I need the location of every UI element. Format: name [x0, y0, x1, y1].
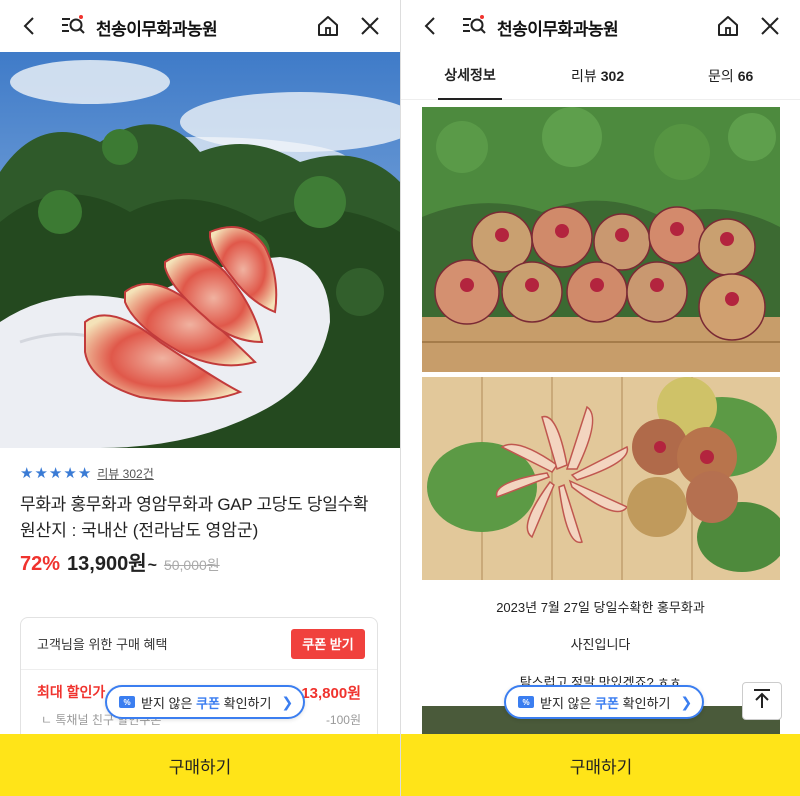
back-icon[interactable]: [419, 14, 443, 38]
benefit-header: 고객님을 위한 구매 혜택 쿠폰 받기: [21, 618, 377, 670]
store-link[interactable]: 천송이무화과농원: [60, 13, 218, 42]
discount-detail-value: -100원: [325, 713, 361, 727]
home-icon[interactable]: [316, 14, 340, 38]
star-icon: ★: [34, 464, 48, 482]
product-screen: 천송이무화과농원 ★ ★ ★ ★ ★ 리뷰 302건 무화과 홍무화과 영암무화…: [0, 0, 400, 796]
product-hero-image[interactable]: [0, 52, 400, 448]
store-search-icon: [60, 13, 86, 42]
tab-inquiries-count: 66: [737, 68, 754, 84]
unclaimed-coupon-pill[interactable]: % 받지 않은 쿠폰 확인하기 ❯: [504, 685, 705, 719]
detail-photo-sliced-figs: [422, 377, 780, 580]
max-discount-value: 13,800원: [301, 685, 361, 702]
star-icon: ★: [48, 464, 63, 482]
store-search-icon: [461, 13, 487, 42]
original-price: 50,000원: [163, 557, 220, 573]
benefit-title: 고객님을 위한 구매 혜택: [37, 637, 168, 652]
close-icon[interactable]: [758, 14, 782, 38]
detail-photo-whole-figs: [422, 107, 780, 372]
unclaimed-coupon-pill[interactable]: % 받지 않은 쿠폰 확인하기 ❯: [105, 685, 306, 719]
coupon-pill-prefix: 받지 않은: [540, 695, 592, 711]
product-title: 무화과 홍무화과 영암무화과 GAP 고당도 당일수확: [20, 495, 369, 514]
coupon-pill-highlight: 쿠폰: [595, 695, 619, 711]
buy-button[interactable]: 구매하기: [0, 734, 400, 796]
tab-inquiries[interactable]: 문의 66: [708, 52, 753, 100]
review-count-link[interactable]: 리뷰 302건: [97, 465, 153, 482]
buy-button[interactable]: 구매하기: [401, 734, 800, 796]
tab-inquiries-label: 문의: [708, 68, 734, 84]
detail-caption-photo: 사진입니다: [570, 637, 631, 652]
get-coupon-button[interactable]: 쿠폰 받기: [291, 628, 365, 659]
rating-row: ★ ★ ★ ★ ★ 리뷰 302건: [20, 462, 380, 484]
home-icon[interactable]: [716, 14, 740, 38]
back-icon[interactable]: [18, 14, 42, 38]
coupon-pill-text: 받지 않은 쿠폰 확인하기: [141, 693, 271, 712]
arrow-up-icon: [752, 688, 772, 715]
coupon-percent-icon: %: [119, 696, 135, 708]
price-row: 72% 13,900원 ~ 50,000원: [20, 547, 380, 576]
store-name: 천송이무화과농원: [497, 19, 619, 39]
coupon-pill-text: 받지 않은 쿠폰 확인하기: [540, 693, 670, 712]
tab-reviews-count: 302: [600, 68, 625, 84]
coupon-pill-highlight: 쿠폰: [196, 695, 220, 711]
detail-tabs: 상세정보 리뷰 302 문의 66: [401, 52, 800, 100]
coupon-pill-prefix: 받지 않은: [141, 695, 193, 711]
star-icon: ★: [63, 464, 77, 482]
tab-details[interactable]: 상세정보: [438, 52, 502, 100]
product-origin: 원산지 : 국내산 (전라남도 영암군): [20, 521, 259, 540]
chevron-right-icon: ❯: [680, 693, 693, 710]
top-bar: 천송이무화과농원: [401, 0, 800, 52]
tab-details-label: 상세정보: [444, 67, 496, 83]
chevron-right-icon: ❯: [281, 693, 294, 710]
detail-caption-date: 2023년 7월 27일 당일수확한 홍무화과: [496, 600, 705, 615]
rating-stars: ★ ★ ★ ★ ★: [20, 466, 91, 481]
product-detail-screen: 천송이무화과농원 상세정보 리뷰 302 문의 66 2023년 7월 27일 …: [400, 0, 800, 796]
tab-reviews-label: 리뷰: [571, 68, 597, 84]
product-info: ★ ★ ★ ★ ★ 리뷰 302건 무화과 홍무화과 영암무화과 GAP 고당도…: [20, 462, 380, 576]
close-icon[interactable]: [358, 14, 382, 38]
star-icon: ★: [77, 464, 92, 482]
store-link[interactable]: 천송이무화과농원: [461, 13, 619, 42]
max-discount-label: 최대 할인가: [37, 684, 106, 700]
coupon-pill-suffix: 확인하기: [223, 695, 272, 711]
store-name: 천송이무화과농원: [96, 19, 218, 39]
sale-price: 13,900원: [67, 553, 147, 575]
price-suffix: ~: [147, 557, 157, 574]
scroll-to-top-button[interactable]: [742, 682, 782, 720]
coupon-pill-suffix: 확인하기: [622, 695, 671, 711]
coupon-percent-icon: %: [518, 696, 534, 708]
star-icon: ★: [20, 464, 34, 482]
tab-reviews[interactable]: 리뷰 302: [571, 52, 624, 100]
top-bar: 천송이무화과농원: [0, 0, 400, 52]
discount-rate: 72%: [20, 553, 61, 575]
